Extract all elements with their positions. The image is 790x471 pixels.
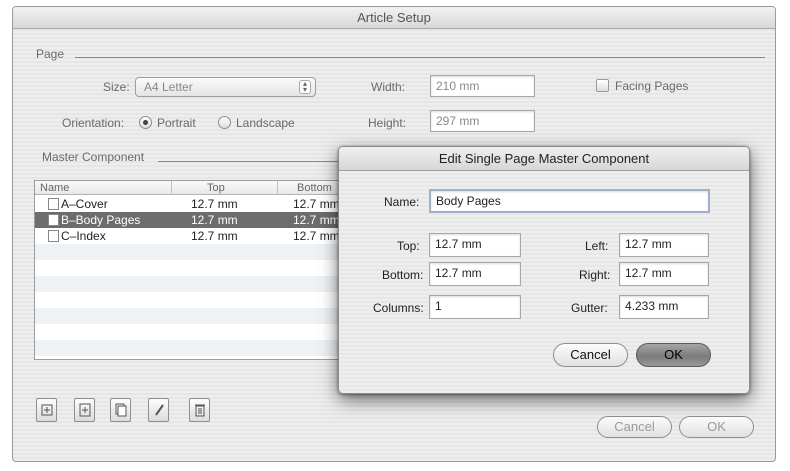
row-top: 12.7 mm [191,213,238,227]
edit-master-sheet: Edit Single Page Master Component Name: … [338,146,750,394]
row-page-icon [48,214,59,226]
right-label: Right: [579,268,611,282]
row-bottom: 12.7 mm [293,229,340,243]
master-section-divider [158,161,340,162]
row-bottom: 12.7 mm [293,197,340,211]
edit-button[interactable] [148,398,169,422]
height-label: Height: [368,116,407,130]
new-master-button[interactable] [36,398,57,422]
row-name: A–Cover [61,197,108,211]
row-name: B–Body Pages [61,213,141,227]
gutter-field[interactable]: 4.233 mm [619,295,709,319]
delete-button[interactable] [189,398,210,422]
page-section-divider [75,57,765,58]
column-header-bottom[interactable]: Bottom [297,181,332,195]
orientation-label: Orientation: [62,116,125,130]
cancel-button[interactable]: Cancel [597,416,672,438]
right-field[interactable]: 12.7 mm [619,262,709,286]
table-header: Name Top Bottom [35,181,349,195]
portrait-radio[interactable] [139,116,152,129]
master-section-label: Master Component [42,150,145,164]
bottom-label: Bottom: [382,268,424,282]
columns-field[interactable]: 1 [429,295,521,319]
table-row[interactable]: B–Body Pages 12.7 mm 12.7 mm [35,212,349,228]
size-popup[interactable]: A4 Letter ▴ ▾ [135,77,316,97]
facing-pages-checkbox[interactable] [596,79,609,92]
size-label: Size: [103,80,130,94]
table-row[interactable]: C–Index 12.7 mm 12.7 mm [35,228,349,244]
add-page-button[interactable] [74,398,95,422]
width-field[interactable]: 210 mm [430,75,535,97]
row-name: C–Index [61,229,106,243]
row-bottom: 12.7 mm [293,213,340,227]
name-label: Name: [384,195,420,209]
top-label: Top: [397,239,420,253]
width-label: Width: [371,80,406,94]
height-field[interactable]: 297 mm [430,110,535,132]
landscape-label: Landscape [236,116,295,130]
master-component-table[interactable]: Name Top Bottom A–Cover 12.7 mm 12.7 mm … [34,180,350,360]
new-master-icon [41,404,52,416]
left-label: Left: [585,239,609,253]
portrait-label: Portrait [157,116,196,130]
add-page-icon [79,403,90,417]
edit-pencil-icon [154,404,164,416]
table-row[interactable]: A–Cover 12.7 mm 12.7 mm [35,196,349,212]
duplicate-icon [115,403,126,417]
column-header-name[interactable]: Name [40,181,69,195]
facing-pages-label: Facing Pages [615,79,689,93]
row-top: 12.7 mm [191,229,238,243]
sheet-ok-button[interactable]: OK [636,343,711,367]
gutter-label: Gutter: [571,301,608,315]
duplicate-button[interactable] [110,398,131,422]
trash-icon [194,404,205,417]
ok-button[interactable]: OK [679,416,754,438]
name-field[interactable]: Body Pages [429,189,710,213]
window-title: Article Setup [13,7,775,29]
page-section-label: Page [36,47,65,61]
row-page-icon [48,198,59,210]
columns-label: Columns: [373,301,424,315]
size-popup-value: A4 Letter [144,80,193,94]
sheet-cancel-button[interactable]: Cancel [553,343,628,367]
bottom-field[interactable]: 12.7 mm [429,262,521,286]
row-page-icon [48,230,59,242]
popup-arrows-icon: ▴ ▾ [299,80,311,94]
landscape-radio[interactable] [218,116,231,129]
sheet-title: Edit Single Page Master Component [339,147,749,171]
column-header-top[interactable]: Top [207,181,225,195]
top-field[interactable]: 12.7 mm [429,233,521,257]
left-field[interactable]: 12.7 mm [619,233,709,257]
row-top: 12.7 mm [191,197,238,211]
